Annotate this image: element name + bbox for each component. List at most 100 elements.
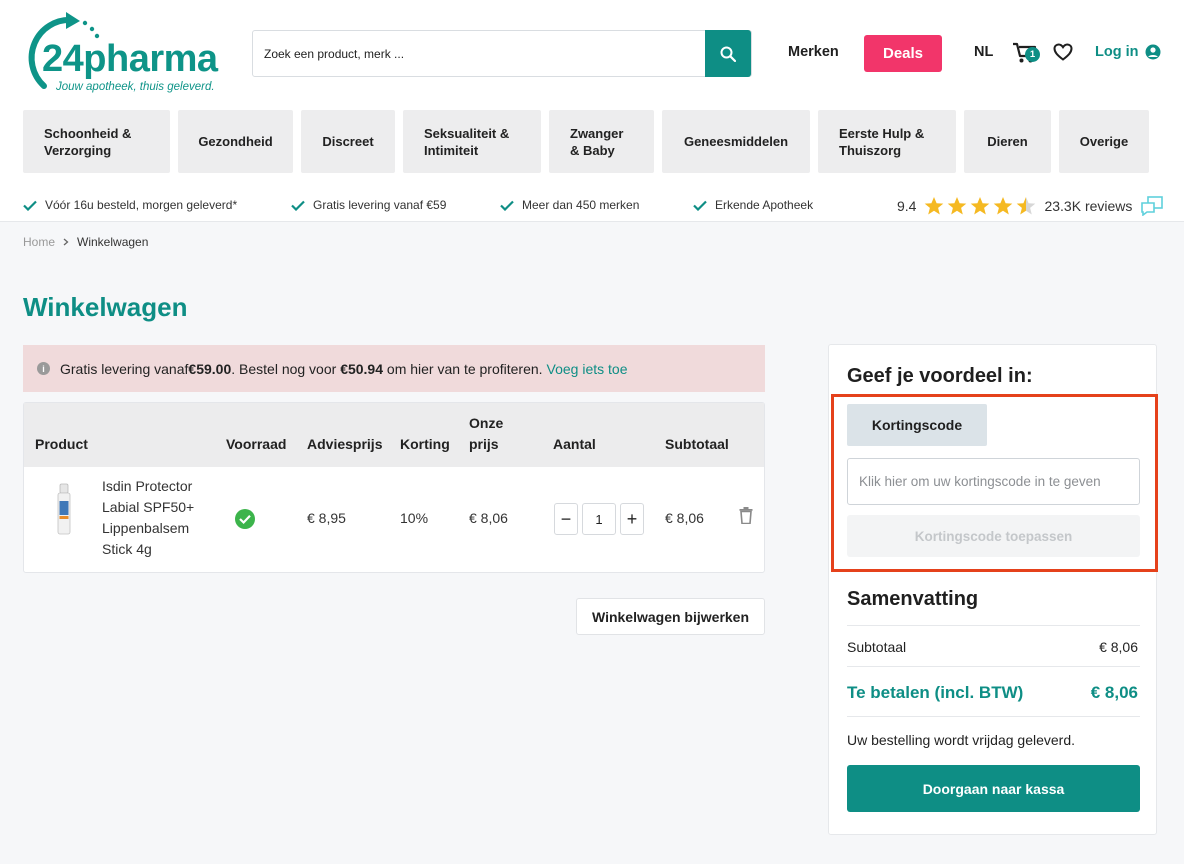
usp-bar: Vóór 16u besteld, morgen geleverd* Grati… — [23, 196, 1164, 218]
logo-wordmark: 24pharma — [42, 38, 218, 80]
delivery-note: Uw bestelling wordt vrijdag geleverd. — [847, 732, 1075, 748]
notice-text-3: om hier van te profiteren. — [383, 360, 543, 377]
rating-widget[interactable]: 9.4 23.3K reviews — [897, 196, 1164, 216]
page-title: Winkelwagen — [23, 292, 188, 322]
category-item[interactable]: Eerste Hulp & Thuiszorg — [818, 110, 956, 173]
usp-text: Erkende Apotheek — [715, 198, 814, 212]
deals-button[interactable]: Deals — [864, 35, 942, 72]
usp-item: Erkende Apotheek — [693, 198, 813, 212]
category-item[interactable]: Schoonheid & Verzorging — [23, 110, 170, 173]
cart-count-badge: 1 — [1025, 47, 1040, 62]
product-name-line: Lippenbalsem — [102, 520, 190, 536]
rating-reviews: 23.3K reviews — [1044, 198, 1133, 214]
user-icon — [1145, 44, 1160, 60]
category-item[interactable]: Dieren — [964, 110, 1051, 173]
trash-icon[interactable] — [739, 507, 753, 524]
divider — [847, 625, 1140, 626]
category-item[interactable]: Geneesmiddelen — [662, 110, 810, 173]
row-subtotal: € 8,06 — [665, 510, 704, 526]
subtotal-label: Subtotaal — [847, 639, 907, 655]
search-button[interactable] — [705, 30, 751, 77]
product-name-line: Stick 4g — [102, 541, 152, 557]
product-image[interactable] — [52, 483, 76, 535]
usp-item: Vóór 16u besteld, morgen geleverd* — [23, 198, 237, 212]
voucher-title: Geef je voordeel in: — [847, 365, 1033, 387]
check-icon — [291, 200, 305, 211]
logo[interactable]: 24pharma Jouw apotheek, thuis geleverd. — [22, 12, 232, 96]
header-advice-price: Adviesprijs — [307, 436, 383, 452]
site-header: 24pharma Jouw apotheek, thuis geleverd. … — [0, 0, 1184, 222]
chevron-right-icon — [63, 238, 69, 246]
product-name[interactable]: Isdin Protector Labial SPF50+ Lippenbals… — [102, 476, 194, 560]
category-item[interactable]: Zwanger & Baby — [549, 110, 654, 173]
product-name-line: Isdin Protector — [102, 478, 193, 494]
breadcrumb-current: Winkelwagen — [77, 235, 149, 249]
heart-icon[interactable] — [1053, 43, 1073, 61]
category-nav: Schoonheid & Verzorging Gezondheid Discr… — [23, 110, 1149, 173]
category-item[interactable]: Gezondheid — [178, 110, 293, 173]
decrease-quantity-button[interactable]: − — [554, 503, 578, 535]
add-item-link[interactable]: Voeg iets toe — [547, 361, 628, 377]
our-price: € 8,06 — [469, 510, 508, 526]
category-item[interactable]: Seksualiteit & Intimiteit — [403, 110, 541, 173]
header-quantity: Aantal — [553, 436, 596, 452]
search-bar — [252, 30, 752, 77]
notice-amount-1: €59.00 — [188, 360, 232, 377]
usp-item: Meer dan 450 merken — [500, 198, 639, 212]
order-sidebar: Geef je voordeel in: Kortingscode Kortin… — [828, 344, 1158, 835]
free-shipping-notice: i Gratis levering vanaf €59.00 . Bestel … — [23, 345, 765, 392]
product-name-line: Labial SPF50+ — [102, 499, 195, 515]
header-product: Product — [35, 436, 88, 452]
tab-discount-code[interactable]: Kortingscode — [847, 404, 987, 446]
category-item[interactable]: Discreet — [301, 110, 395, 173]
brands-link[interactable]: Merken — [788, 44, 839, 60]
total-label: Te betalen (incl. BTW) — [847, 683, 1024, 702]
usp-item: Gratis levering vanaf €59 — [291, 198, 446, 212]
check-icon — [693, 200, 707, 211]
search-icon — [720, 46, 736, 62]
in-stock-icon — [235, 509, 255, 529]
header-subtotal: Subtotaal — [665, 436, 729, 452]
reviews-logo-icon — [1141, 196, 1164, 216]
usp-text: Gratis levering vanaf €59 — [313, 198, 447, 212]
check-icon — [23, 200, 37, 211]
discount-code-input[interactable] — [847, 458, 1140, 505]
advice-price: € 8,95 — [307, 510, 346, 526]
header-discount: Korting — [400, 436, 450, 452]
summary-title: Samenvatting — [847, 588, 979, 610]
header-our-price-line-1: Onze — [469, 415, 504, 431]
usp-text: Meer dan 450 merken — [522, 198, 640, 212]
total-value: € 8,06 — [1090, 683, 1138, 702]
divider — [847, 666, 1140, 667]
login-link[interactable]: Log in — [1095, 44, 1161, 60]
update-cart-button[interactable]: Winkelwagen bijwerken — [576, 598, 765, 635]
check-icon — [500, 200, 514, 211]
usp-text: Vóór 16u besteld, morgen geleverd* — [45, 198, 238, 212]
header-stock: Voorraad — [226, 436, 287, 452]
search-input[interactable] — [253, 31, 705, 76]
cart-table: Product Voorraad Adviesprijs Korting Onz… — [23, 402, 765, 573]
rating-stars-icon — [925, 197, 1036, 215]
quantity-stepper: − 1 + — [554, 503, 644, 535]
quantity-input[interactable]: 1 — [582, 503, 616, 535]
breadcrumb-home[interactable]: Home — [23, 235, 55, 249]
login-label: Log in — [1095, 44, 1139, 60]
category-item[interactable]: Overige — [1059, 110, 1149, 173]
checkout-button[interactable]: Doorgaan naar kassa — [847, 765, 1140, 812]
cart-table-header: Product Voorraad Adviesprijs Korting Onz… — [24, 403, 764, 467]
subtotal-value: € 8,06 — [1099, 639, 1138, 655]
header-our-price: Onze prijs — [469, 413, 503, 455]
apply-discount-button[interactable]: Kortingscode toepassen — [847, 515, 1140, 557]
logo-tagline: Jouw apotheek, thuis geleverd. — [56, 81, 215, 93]
notice-text-2: . Bestel nog voor — [231, 360, 341, 377]
language-selector[interactable]: NL — [974, 44, 993, 60]
discount: 10% — [400, 510, 429, 526]
breadcrumb: Home Winkelwagen — [23, 235, 148, 249]
divider — [847, 716, 1140, 717]
notice-amount-2: €50.94 — [340, 360, 384, 377]
rating-score: 9.4 — [897, 198, 917, 214]
header-our-price-line-2: prijs — [469, 436, 499, 452]
notice-text-1: Gratis levering vanaf — [60, 360, 189, 377]
increase-quantity-button[interactable]: + — [620, 503, 644, 535]
info-icon: i — [37, 362, 50, 375]
